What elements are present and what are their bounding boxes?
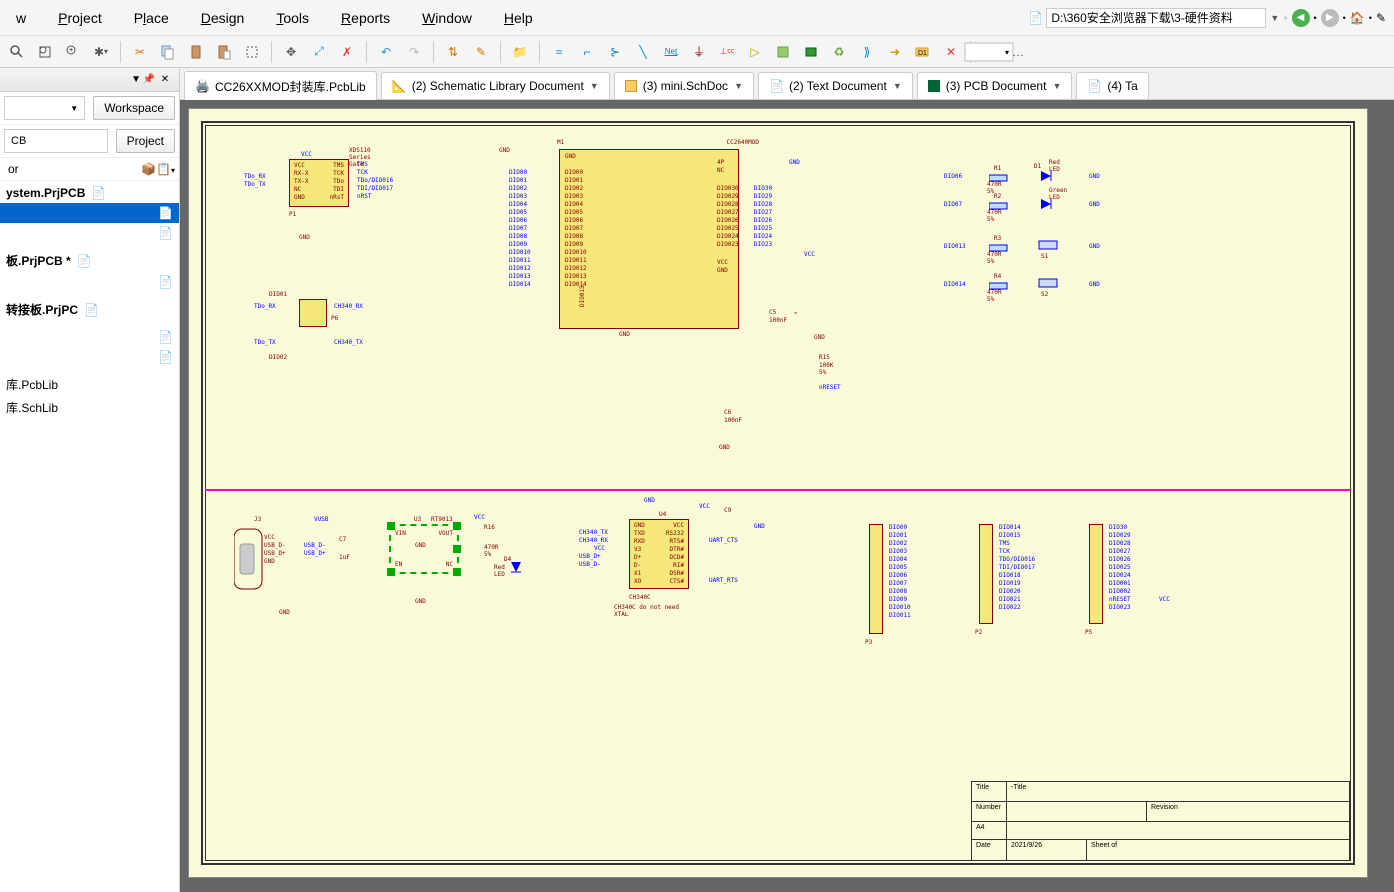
netlabel-icon[interactable]: Net̲ bbox=[658, 39, 684, 65]
menu-item-place[interactable]: Place bbox=[118, 2, 185, 34]
hierarchy-icon[interactable]: ⇅ bbox=[440, 39, 466, 65]
tree-item[interactable]: 📄 bbox=[0, 347, 179, 367]
harness-icon[interactable]: ♻ bbox=[826, 39, 852, 65]
port2-icon[interactable]: ⟫ bbox=[854, 39, 880, 65]
noerc-icon[interactable]: ✕ bbox=[938, 39, 964, 65]
part-icon[interactable]: ▷ bbox=[742, 39, 768, 65]
copy-icon[interactable] bbox=[155, 39, 181, 65]
part-p1[interactable]: VCC VCC RX-X TX-X NC GND TMS TCK TDo TDI… bbox=[289, 159, 349, 207]
menu-item-w[interactable]: w bbox=[0, 2, 42, 34]
tab-schlib[interactable]: 📐(2) Schematic Library Document▼ bbox=[381, 72, 610, 99]
gnd-icon[interactable]: ⏚ bbox=[686, 39, 712, 65]
paste-icon[interactable] bbox=[183, 39, 209, 65]
cut-icon[interactable]: ✂ bbox=[127, 39, 153, 65]
menu-item-help[interactable]: Help bbox=[488, 2, 549, 34]
file-path-bar: 📄 ▼ • ◀ • ▶ • 🏠 • ✎ bbox=[1028, 8, 1394, 28]
line-icon[interactable]: ╲ bbox=[630, 39, 656, 65]
menu-item-design[interactable]: Design bbox=[185, 2, 261, 34]
part-m1[interactable]: M1 CC2640MOD GND DIO00 DIO01 DIO02 DIO03… bbox=[559, 149, 739, 329]
undo-icon[interactable]: ↶ bbox=[373, 39, 399, 65]
cross-probe-icon[interactable]: ✎ bbox=[468, 39, 494, 65]
move-icon[interactable]: ✥ bbox=[278, 39, 304, 65]
tree-item[interactable]: 转接板.PrjPC📄 bbox=[0, 298, 179, 321]
tab-pcb[interactable]: (3) PCB Document▼ bbox=[917, 72, 1073, 99]
part-usb[interactable]: J3 VCC USB_D- USB_D+ GND VUSB USB_D- USB… bbox=[234, 524, 274, 597]
zoom-icon[interactable] bbox=[4, 39, 30, 65]
tree-item[interactable]: 📄 bbox=[0, 327, 179, 347]
section-divider bbox=[205, 489, 1351, 491]
part-header-p5[interactable]: P5 DIO30 DIO029 DIO028 DIO027 DIO026 DIO… bbox=[1089, 524, 1103, 624]
part-p6[interactable]: DIO01 TDo_RX CH340_RX TDo_TX CH340_TX DI… bbox=[299, 299, 327, 327]
offsheet-icon[interactable]: ➜ bbox=[882, 39, 908, 65]
schematic-sheet: VCC VCC RX-X TX-X NC GND TMS TCK TDo TDI… bbox=[188, 108, 1368, 878]
tree-item[interactable]: 板.PrjPCB *📄 bbox=[0, 249, 179, 272]
tree-item[interactable]: 库.SchLib bbox=[0, 396, 179, 419]
tab-more[interactable]: 📄(4) Ta bbox=[1076, 72, 1148, 99]
projects-panel: ▼ 📌 ✕ ▼ Workspace CB Project or 📦 📋▾ yst… bbox=[0, 68, 180, 892]
part-header-p2[interactable]: P2 DIO014 DIO015 TMS TCK TDO/DIO016 TDI/… bbox=[979, 524, 993, 624]
document-tabs: 🖨️CC26XXMOD封装库.PcbLib 📐(2) Schematic Lib… bbox=[180, 68, 1394, 100]
menu-bar: w Project Place Design Tools Reports Win… bbox=[0, 0, 1394, 36]
wire1-icon[interactable]: ≈ bbox=[546, 39, 572, 65]
browse-icon[interactable]: 📁 bbox=[507, 39, 533, 65]
part-u4[interactable]: U4 GND TXD RXD V3 D+ D- X1 XO VCC RS232 … bbox=[629, 519, 689, 589]
redo-icon[interactable]: ↷ bbox=[401, 39, 427, 65]
menu-item-tools[interactable]: Tools bbox=[260, 2, 325, 34]
title-block: Title-Title Number Revision A4 Date 2021… bbox=[971, 781, 1351, 861]
drop-icon[interactable]: ▾ bbox=[977, 39, 1003, 65]
close-icon[interactable]: ✕ bbox=[157, 72, 173, 88]
edit-icon[interactable]: ✎ bbox=[1376, 11, 1386, 25]
nav-fwd-icon[interactable]: ▶ bbox=[1321, 9, 1339, 27]
wire2-icon[interactable]: ⌐ bbox=[574, 39, 600, 65]
svg-text:+: + bbox=[69, 47, 73, 54]
workspace-button[interactable]: Workspace bbox=[93, 96, 175, 120]
toolbar: + ✱▾ ✂ ✥ ⤢ ✗ ↶ ↷ ⇅ ✎ 📁 ≈ ⌐ ⊱ ╲ Net̲ ⏚ ⊥c… bbox=[0, 36, 1394, 68]
tab-schdoc[interactable]: (3) mini.SchDoc▼ bbox=[614, 72, 754, 99]
file-path-input[interactable] bbox=[1046, 8, 1266, 28]
menu-item-reports[interactable]: Reports bbox=[325, 2, 406, 34]
project-combo[interactable]: CB bbox=[4, 129, 108, 153]
zoom-area-icon[interactable]: + bbox=[60, 39, 86, 65]
project-tree: ystem.PrjPCB📄 📄 📄 板.PrjPCB *📄 📄 转接板.PrjP… bbox=[0, 181, 179, 421]
more-icon[interactable]: … bbox=[1005, 39, 1031, 65]
directive-icon[interactable]: D1 bbox=[910, 39, 936, 65]
workspace-combo[interactable]: ▼ bbox=[4, 96, 85, 120]
tab-pcblib[interactable]: 🖨️CC26XXMOD封装库.PcbLib bbox=[184, 71, 377, 101]
tab-text[interactable]: 📄(2) Text Document▼ bbox=[758, 72, 913, 99]
project-button[interactable]: Project bbox=[116, 129, 175, 153]
select-rect-icon[interactable] bbox=[239, 39, 265, 65]
home-icon[interactable]: 🏠 bbox=[1350, 11, 1365, 25]
menu-item-window[interactable]: Window bbox=[406, 2, 488, 34]
nav-back-icon[interactable]: ◀ bbox=[1292, 9, 1310, 27]
vcc-icon[interactable]: ⊥cc bbox=[714, 39, 740, 65]
schematic-canvas[interactable]: VCC VCC RX-X TX-X NC GND TMS TCK TDo TDI… bbox=[180, 100, 1394, 892]
tree-item[interactable]: 📄 bbox=[0, 203, 179, 223]
zoom-fit-icon[interactable] bbox=[32, 39, 58, 65]
part-header-p3[interactable]: P3 DIO00 DIO01 DIO02 DIO03 DIO04 DIO05 D… bbox=[869, 524, 883, 634]
svg-text:D1: D1 bbox=[918, 50, 927, 57]
tree-item[interactable]: 📄 bbox=[0, 223, 179, 243]
tree-item[interactable]: ystem.PrjPCB📄 bbox=[0, 183, 179, 203]
structure-icon[interactable]: 📋▾ bbox=[156, 162, 175, 176]
paste-special-icon[interactable] bbox=[211, 39, 237, 65]
clear-icon[interactable]: ✗ bbox=[334, 39, 360, 65]
filter-label: or bbox=[4, 162, 141, 176]
tree-item[interactable]: 📄 bbox=[0, 272, 179, 292]
menu-item-project[interactable]: Project bbox=[42, 2, 118, 34]
part-u3[interactable]: U3 RT9013 VIN VOUT GND EN NC VCC R16 470… bbox=[389, 524, 459, 574]
deselect-icon[interactable]: ⤢ bbox=[306, 39, 332, 65]
sheet-icon[interactable] bbox=[770, 39, 796, 65]
tree-item[interactable]: 库.PcbLib bbox=[0, 373, 179, 396]
bus-icon[interactable]: ⊱ bbox=[602, 39, 628, 65]
compile-icon[interactable]: 📦 bbox=[141, 162, 156, 176]
pin-icon[interactable]: 📌 bbox=[141, 72, 157, 88]
port-icon[interactable] bbox=[798, 39, 824, 65]
zoom-select-icon[interactable]: ✱▾ bbox=[88, 39, 114, 65]
